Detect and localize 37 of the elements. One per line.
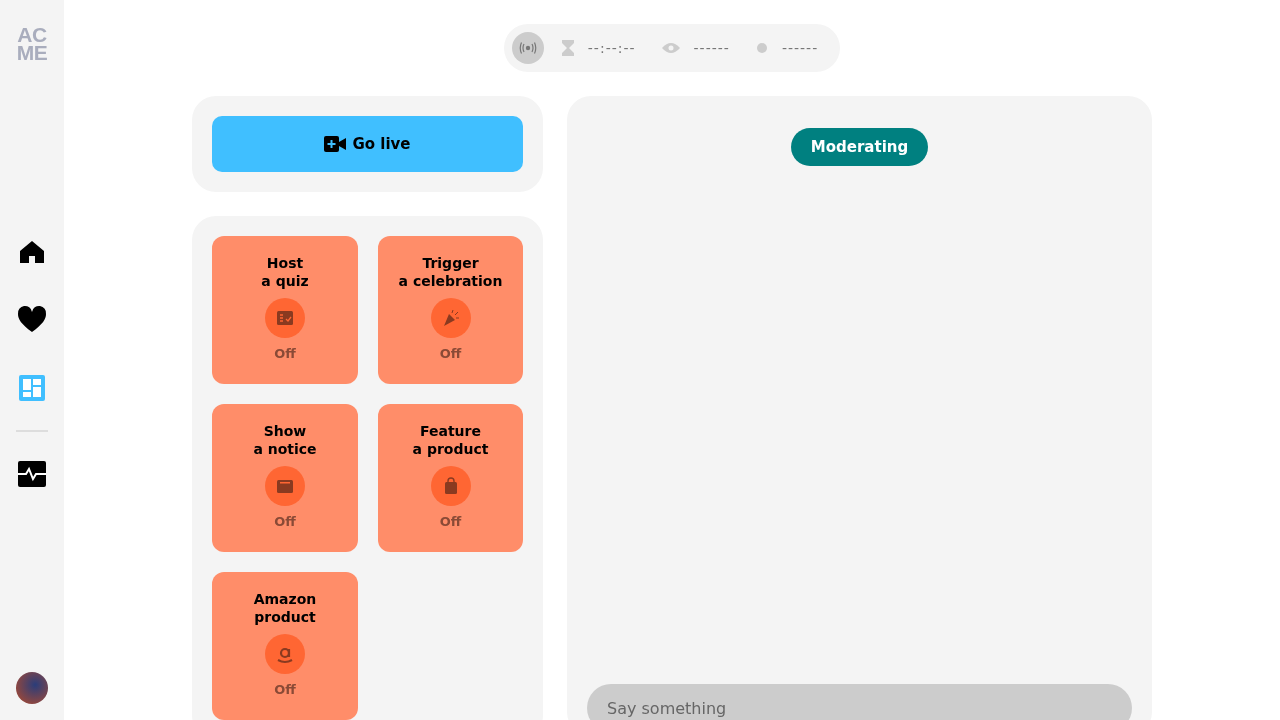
tile-status: Off	[439, 346, 462, 361]
tile-title: Host a quiz	[261, 254, 309, 290]
eye-icon	[661, 42, 680, 54]
action-tile[interactable]: Feature a product Off	[378, 404, 523, 552]
message-input[interactable]: Say something	[587, 684, 1132, 720]
tile-title: Show a notice	[253, 422, 317, 458]
go-live-button[interactable]: Go live	[212, 116, 523, 172]
dashboard-icon	[16, 372, 48, 404]
tile-title: Amazon product	[253, 590, 317, 626]
tile-status: Off	[439, 514, 462, 529]
notice-icon	[265, 466, 305, 506]
broadcast-icon	[518, 42, 537, 54]
tile-title: Feature a product	[412, 422, 489, 458]
action-tile[interactable]: Host a quiz Off	[212, 236, 358, 384]
hourglass-icon	[561, 40, 574, 56]
product-icon	[430, 466, 471, 506]
action-tile[interactable]: Trigger a celebration Off	[378, 236, 523, 384]
amazon-icon	[265, 634, 305, 674]
activity-icon	[16, 458, 48, 490]
dot-icon	[755, 42, 768, 54]
tile-title: Trigger a celebration	[398, 254, 503, 290]
tile-status: Off	[274, 682, 296, 697]
tile-status: Off	[274, 346, 296, 361]
action-tile[interactable]: Amazon product Off	[212, 572, 358, 720]
moderating-badge: Moderating	[790, 128, 929, 166]
broadcast-button[interactable]	[511, 32, 544, 64]
timer: --:--:--	[587, 40, 636, 56]
video-plus-icon	[324, 135, 347, 153]
quiz-icon	[265, 298, 305, 338]
activity-nav-button[interactable]	[16, 458, 48, 490]
logo: AC ME	[16, 26, 48, 62]
tile-status: Off	[274, 514, 296, 529]
celebration-icon	[430, 298, 471, 338]
avatar[interactable]	[16, 672, 48, 704]
viewer-count: ------	[693, 40, 730, 56]
status-value: ------	[781, 40, 819, 56]
action-tile[interactable]: Show a notice Off	[212, 404, 358, 552]
